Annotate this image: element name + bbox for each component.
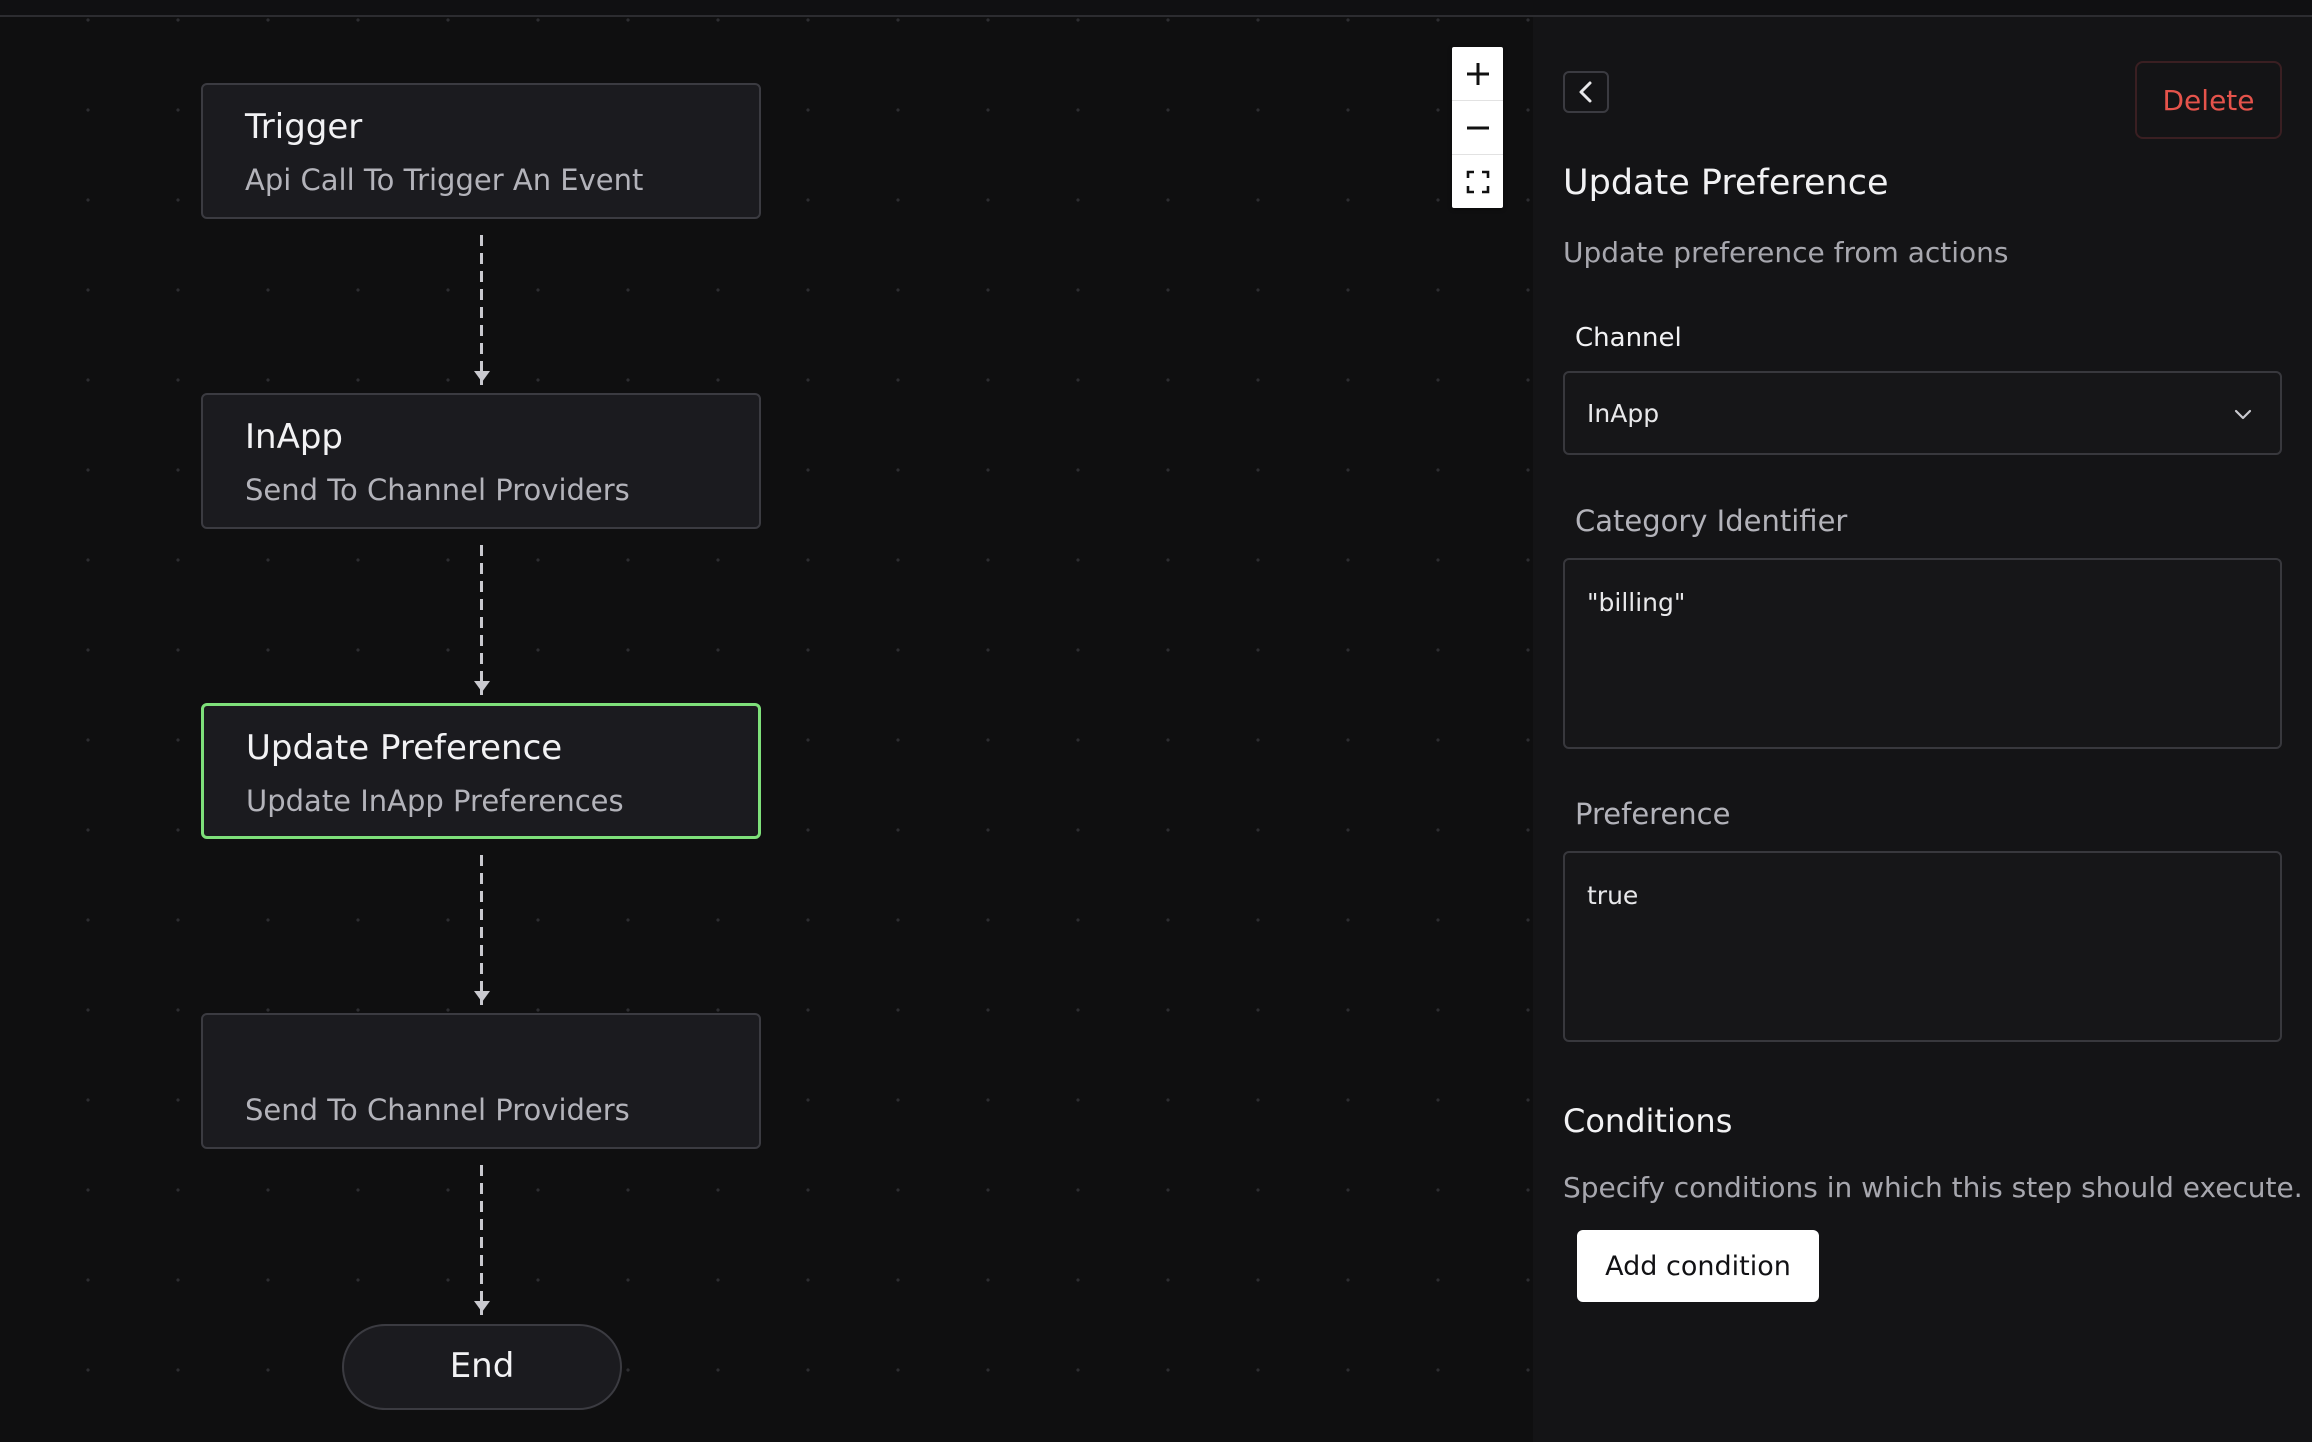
zoom-in-button[interactable] <box>1452 47 1503 101</box>
panel-title: Update Preference <box>1563 163 1889 203</box>
minus-icon <box>1466 126 1489 129</box>
workflow-node-send[interactable]: Send To Channel Providers <box>201 1013 761 1149</box>
connector-line <box>480 855 483 1005</box>
top-bar <box>0 0 2312 17</box>
channel-select[interactable]: InApp <box>1563 371 2282 455</box>
preference-value: true <box>1587 881 1639 910</box>
conditions-title: Conditions <box>1563 1102 1733 1140</box>
node-subtitle: Api Call To Trigger An Event <box>245 163 644 197</box>
fit-view-icon <box>1466 170 1489 193</box>
node-title: Update Preference <box>246 728 563 768</box>
workflow-end-node[interactable]: End <box>342 1324 622 1410</box>
preference-field[interactable]: true <box>1563 851 2282 1042</box>
node-subtitle: Update InApp Preferences <box>246 784 624 818</box>
node-subtitle: Send To Channel Providers <box>245 473 630 507</box>
node-title: Trigger <box>245 107 363 147</box>
zoom-controls <box>1452 47 1503 208</box>
delete-button[interactable]: Delete <box>2135 61 2282 139</box>
node-title: InApp <box>245 417 343 457</box>
add-condition-button[interactable]: Add condition <box>1577 1230 1819 1302</box>
channel-select-value: InApp <box>1587 399 1660 428</box>
connector-line <box>480 1165 483 1315</box>
workflow-node-update-preference[interactable]: Update Preference Update InApp Preferenc… <box>201 703 761 839</box>
category-identifier-label: Category Identifier <box>1575 504 1848 538</box>
connector-line <box>480 545 483 695</box>
category-identifier-field[interactable]: "billing" <box>1563 558 2282 749</box>
connector-arrow <box>474 1301 490 1312</box>
conditions-description: Specify conditions in which this step sh… <box>1563 1171 2303 1204</box>
step-settings-panel: Delete Update Preference Update preferen… <box>1533 17 2312 1442</box>
preference-label: Preference <box>1575 797 1731 831</box>
workflow-node-trigger[interactable]: Trigger Api Call To Trigger An Event <box>201 83 761 219</box>
connector-arrow <box>474 371 490 382</box>
plus-icon <box>1466 62 1489 85</box>
connector-line <box>480 235 483 385</box>
connector-arrow <box>474 991 490 1002</box>
connector-arrow <box>474 681 490 692</box>
category-identifier-value: "billing" <box>1587 588 1686 617</box>
workflow-canvas[interactable]: Trigger Api Call To Trigger An Event InA… <box>0 17 1533 1442</box>
fit-view-button[interactable] <box>1452 155 1503 208</box>
channel-label: Channel <box>1575 323 1682 353</box>
zoom-out-button[interactable] <box>1452 101 1503 155</box>
panel-description: Update preference from actions <box>1563 236 2009 269</box>
chevron-down-icon <box>2234 409 2252 420</box>
back-button[interactable] <box>1563 71 1609 113</box>
node-subtitle: Send To Channel Providers <box>245 1093 630 1127</box>
chevron-left-icon <box>1579 81 1592 103</box>
workflow-node-inapp[interactable]: InApp Send To Channel Providers <box>201 393 761 529</box>
